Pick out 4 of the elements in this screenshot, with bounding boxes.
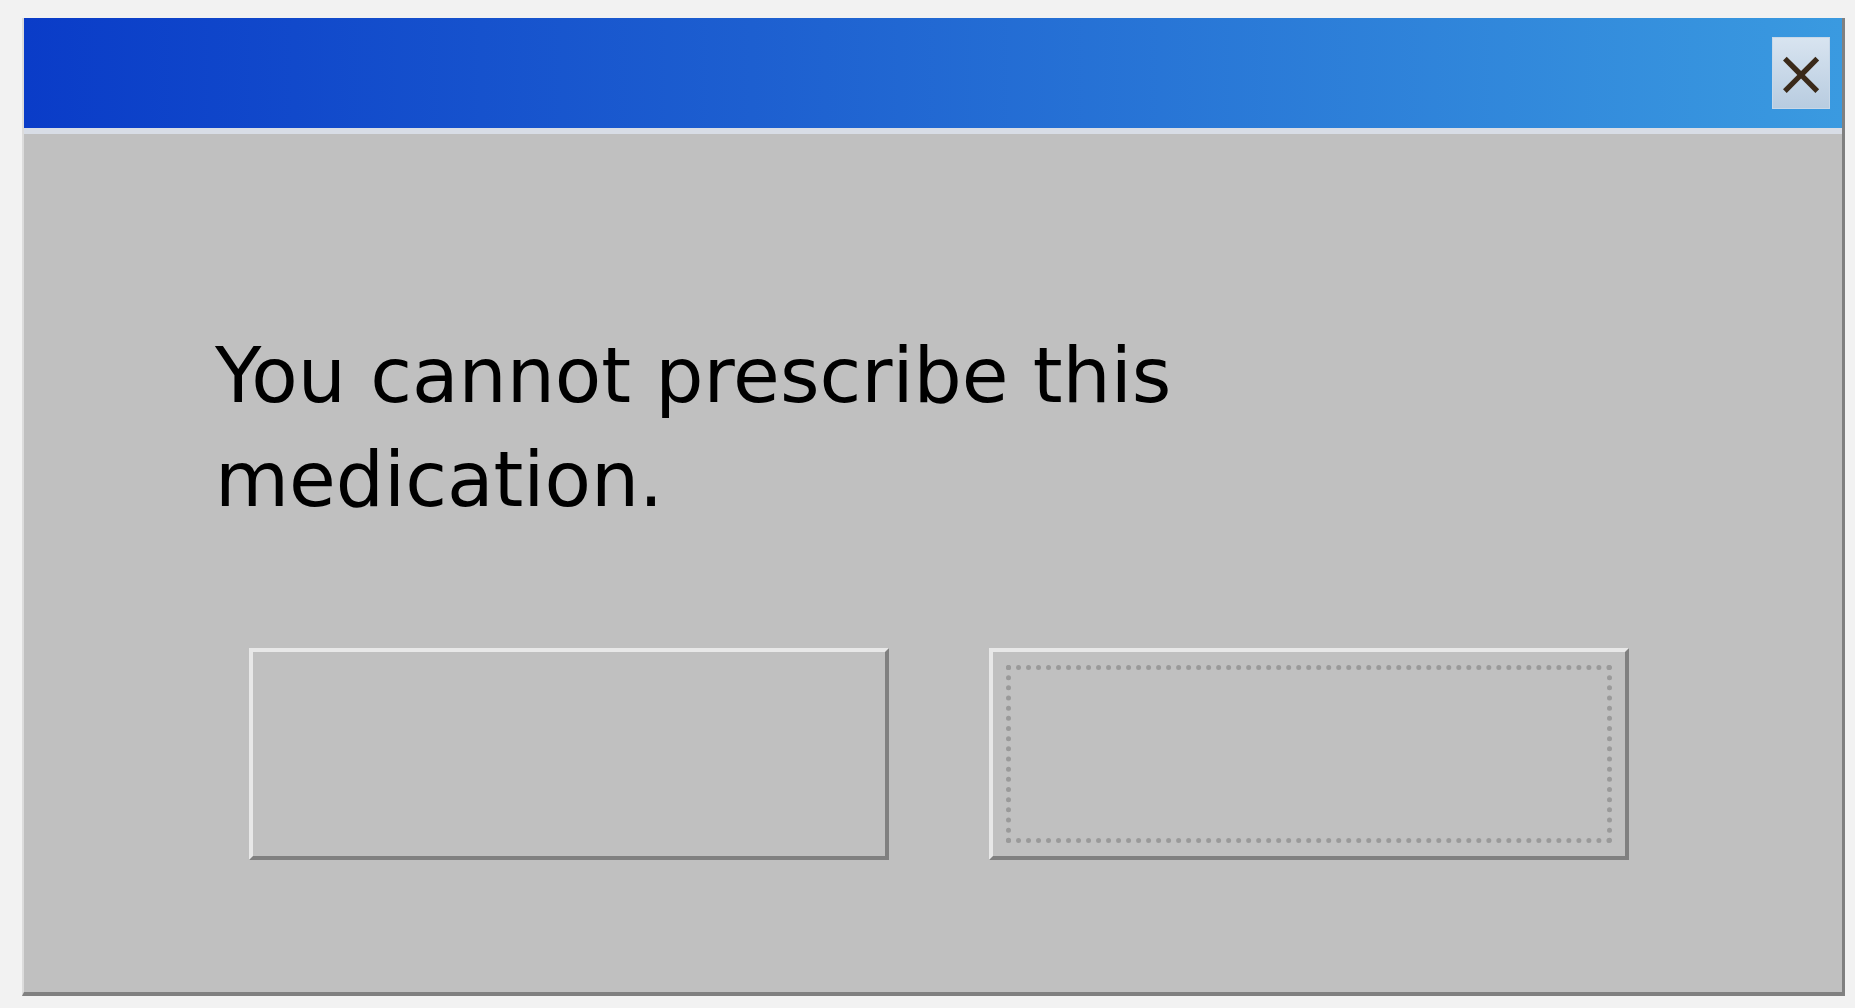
close-button[interactable]: × xyxy=(1772,37,1830,109)
dialog-button[interactable] xyxy=(249,648,889,860)
message-text: You cannot prescribe this medication. xyxy=(215,330,1173,526)
dialog-button[interactable] xyxy=(989,648,1629,860)
